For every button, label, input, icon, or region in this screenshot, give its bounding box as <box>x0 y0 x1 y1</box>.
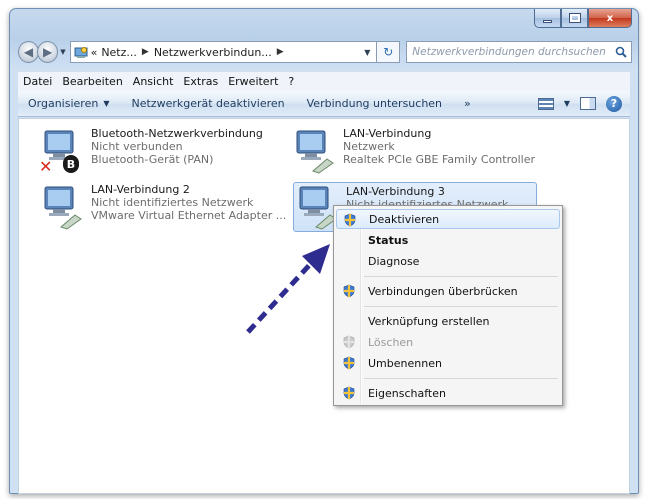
command-bar: Organisieren ▼ Netzwerkgerät deaktiviere… <box>18 91 630 117</box>
shield-icon <box>343 335 355 349</box>
menu-item-loeschen: Löschen <box>336 332 560 352</box>
shield-icon <box>344 213 356 227</box>
menu-separator <box>364 378 558 379</box>
connection-name: LAN-Verbindung <box>343 127 432 140</box>
back-button[interactable]: ◀ <box>18 41 40 63</box>
chevron-down-icon: ▼ <box>103 99 110 108</box>
caption-buttons: x <box>534 9 632 29</box>
menu-item-label: Verbindungen überbrücken <box>368 284 518 298</box>
menu-bar: Datei Bearbeiten Ansicht Extras Erweiter… <box>18 71 630 91</box>
menu-item-umbenennen[interactable]: Umbenennen <box>336 353 560 373</box>
menu-item-label: Verknüpfung erstellen <box>368 314 490 328</box>
menu-item-deaktivieren[interactable]: Deaktivieren <box>336 209 560 229</box>
recent-pages-chevron-icon[interactable]: ▼ <box>60 48 65 56</box>
search-icon[interactable] <box>615 46 627 58</box>
connection-text: LAN-Verbindung 2 Nicht identifiziertes N… <box>87 183 286 231</box>
network-adapter-icon <box>291 127 339 175</box>
disable-device-label: Netzwerkgerät deaktivieren <box>131 97 285 110</box>
connection-bluetooth[interactable]: ✕ B Bluetooth-Netzwerkverbindung Nicht v… <box>39 127 263 176</box>
minimize-icon <box>543 19 552 23</box>
more-commands-button[interactable]: » <box>464 97 471 110</box>
search-placeholder: Netzwerkverbindungen durchsuchen <box>412 46 606 58</box>
connection-lan-2[interactable]: LAN-Verbindung 2 Nicht identifiziertes N… <box>39 183 286 231</box>
bluetooth-icon: B <box>63 155 79 173</box>
disable-device-button[interactable]: Netzwerkgerät deaktivieren <box>131 97 284 110</box>
close-icon: x <box>606 12 614 24</box>
breadcrumb-item-netz[interactable]: Netz... <box>101 46 137 59</box>
maximize-button[interactable] <box>561 9 588 28</box>
shield-icon <box>343 386 355 400</box>
help-icon[interactable]: ? <box>606 95 622 112</box>
address-dropdown-icon[interactable]: ▼ <box>358 48 376 57</box>
connection-lan[interactable]: LAN-Verbindung Netzwerk Realtek PCIe GBE… <box>291 127 535 175</box>
network-folder-icon <box>74 47 88 58</box>
context-menu: Deaktivieren Status Diagnose Verbindunge… <box>333 205 563 406</box>
menu-item-label: Löschen <box>368 335 414 349</box>
menu-item-verknuepfung-erstellen[interactable]: Verknüpfung erstellen <box>336 311 560 331</box>
connection-status: Nicht verbunden <box>91 140 183 153</box>
connection-text: Bluetooth-Netzwerkverbindung Nicht verbu… <box>87 127 263 175</box>
connection-device: VMware Virtual Ethernet Adapter ... <box>91 209 287 222</box>
shield-icon <box>343 356 355 370</box>
menu-item-label: Eigenschaften <box>368 386 446 400</box>
change-view-icon[interactable] <box>537 97 554 110</box>
breadcrumb-separator-icon[interactable]: ▶ <box>142 47 149 57</box>
view-tools: ▼ ? <box>537 95 622 112</box>
connection-name: LAN-Verbindung 3 <box>346 185 445 198</box>
breadcrumb-separator-icon[interactable]: ▶ <box>277 47 284 57</box>
address-row: ◀ ▶ ▼ « Netz... ▶ Netzwerkverbindun... ▶… <box>18 39 632 65</box>
connection-name: Bluetooth-Netzwerkverbindung <box>91 127 263 140</box>
menu-datei[interactable]: Datei <box>18 75 57 88</box>
minimize-button[interactable] <box>534 9 561 28</box>
organize-label: Organisieren <box>28 97 99 110</box>
preview-pane-icon[interactable] <box>580 97 596 110</box>
menu-erweitert[interactable]: Erweitert <box>223 75 283 88</box>
network-adapter-icon <box>39 183 87 231</box>
menu-help[interactable]: ? <box>283 75 299 88</box>
connection-device: Realtek PCIe GBE Family Controller <box>343 153 536 166</box>
menu-ansicht[interactable]: Ansicht <box>128 75 179 88</box>
help-label: ? <box>610 97 618 110</box>
organize-button[interactable]: Organisieren ▼ <box>28 97 109 110</box>
maximize-icon <box>568 13 581 23</box>
menu-item-verbindungen-ueberbruecken[interactable]: Verbindungen überbrücken <box>336 281 560 301</box>
menu-item-label: Umbenennen <box>368 356 442 370</box>
menu-extras[interactable]: Extras <box>178 75 223 88</box>
network-adapter-icon: ✕ B <box>39 127 87 176</box>
shield-icon <box>343 284 355 298</box>
menu-item-label: Status <box>368 233 409 247</box>
menu-item-label: Diagnose <box>368 254 420 268</box>
connection-status: Nicht identifiziertes Netzwerk <box>91 196 254 209</box>
menu-item-diagnose[interactable]: Diagnose <box>336 251 560 271</box>
menu-separator <box>364 306 558 307</box>
menu-item-eigenschaften[interactable]: Eigenschaften <box>336 383 560 403</box>
connection-text: LAN-Verbindung Netzwerk Realtek PCIe GBE… <box>339 127 535 175</box>
menu-item-status[interactable]: Status <box>336 230 560 250</box>
annotation-arrow-icon <box>246 244 330 334</box>
forward-icon: ▶ <box>43 45 53 59</box>
refresh-icon: ↻ <box>383 45 394 59</box>
address-bar[interactable]: « Netz... ▶ Netzwerkverbindun... ▶ ▼ <box>69 41 378 63</box>
close-button[interactable]: x <box>588 9 632 28</box>
disabled-cross-icon: ✕ <box>39 157 53 176</box>
view-options-chevron-icon[interactable]: ▼ <box>564 99 570 108</box>
search-input[interactable]: Netzwerkverbindungen durchsuchen <box>406 41 632 63</box>
breadcrumb-overflow[interactable]: « <box>91 46 98 59</box>
more-commands-icon: » <box>464 97 471 110</box>
menu-separator <box>364 276 558 277</box>
breadcrumb-item-netzwerkverbindungen[interactable]: Netzwerkverbindun... <box>154 46 272 59</box>
diagnose-connection-label: Verbindung untersuchen <box>306 97 443 110</box>
refresh-button[interactable]: ↻ <box>377 41 401 63</box>
connection-name: LAN-Verbindung 2 <box>91 183 190 196</box>
connection-status: Netzwerk <box>343 140 395 153</box>
diagnose-connection-button[interactable]: Verbindung untersuchen <box>307 97 442 110</box>
connection-device: Bluetooth-Gerät (PAN) <box>91 153 214 166</box>
forward-button[interactable]: ▶ <box>37 41 59 63</box>
back-icon: ◀ <box>23 45 34 59</box>
menu-bearbeiten[interactable]: Bearbeiten <box>57 75 127 88</box>
menu-item-label: Deaktivieren <box>369 212 440 226</box>
